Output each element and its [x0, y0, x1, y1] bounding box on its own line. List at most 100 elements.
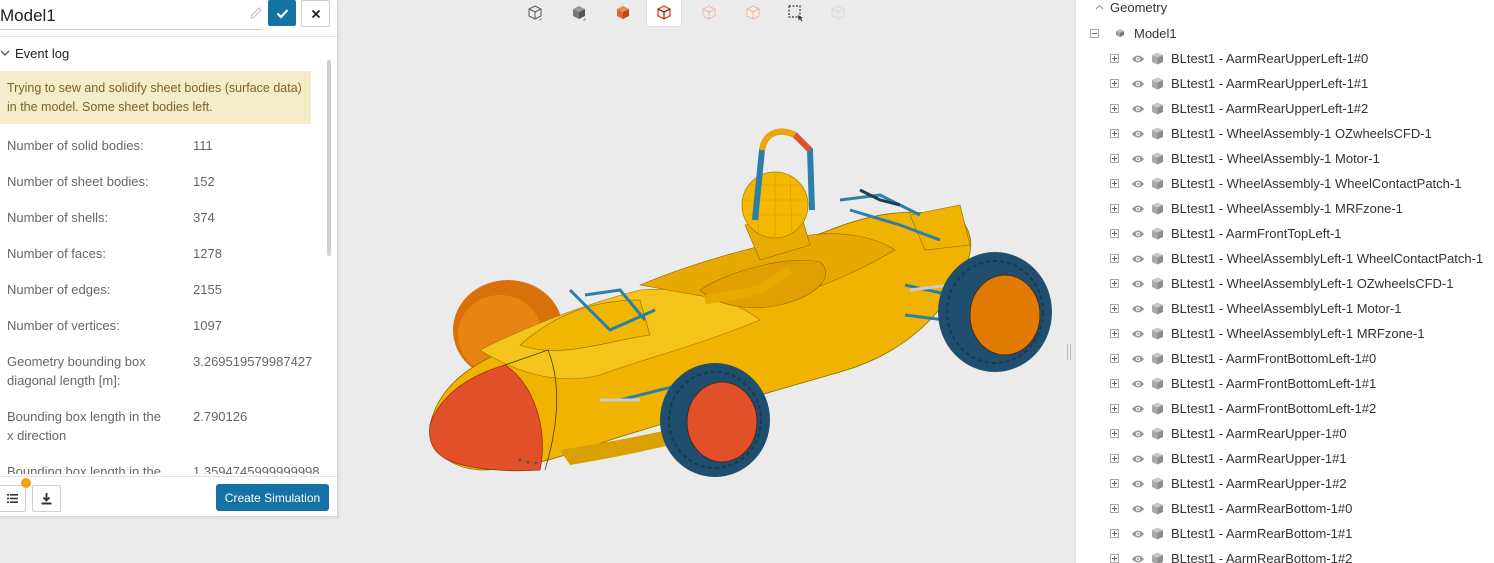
- cube-icon: [1152, 202, 1163, 215]
- expand-toggle-icon[interactable]: [1110, 79, 1119, 88]
- tree-root-row[interactable]: Model1: [1090, 24, 1177, 42]
- eye-icon[interactable]: [1131, 54, 1145, 64]
- eye-icon[interactable]: [1131, 404, 1145, 414]
- expand-toggle-icon[interactable]: [1110, 104, 1119, 113]
- box-select-icon: [788, 5, 803, 22]
- tree-item[interactable]: BLtest1 - AarmRearBottom-1#2: [1110, 546, 1494, 563]
- expand-toggle-icon[interactable]: [1110, 504, 1119, 513]
- view-mode-colored-button[interactable]: [606, 0, 640, 26]
- eye-icon[interactable]: [1131, 429, 1145, 439]
- confirm-button[interactable]: [268, 0, 296, 26]
- eye-icon[interactable]: [1131, 479, 1145, 489]
- tree-item[interactable]: BLtest1 - AarmRearBottom-1#1: [1110, 521, 1494, 546]
- view-mode-wireframe-button[interactable]: [518, 0, 552, 26]
- tree-item[interactable]: BLtest1 - AarmFrontBottomLeft-1#0: [1110, 346, 1494, 371]
- expand-toggle-icon[interactable]: [1110, 54, 1119, 63]
- eye-icon[interactable]: [1131, 304, 1145, 314]
- expand-toggle-icon[interactable]: [1110, 429, 1119, 438]
- expand-toggle-icon[interactable]: [1110, 179, 1119, 188]
- expand-toggle-icon[interactable]: [1110, 404, 1119, 413]
- stat-label: Bounding box length in the x direction: [7, 409, 161, 443]
- eye-icon[interactable]: [1131, 179, 1145, 189]
- tree-item[interactable]: BLtest1 - AarmRearUpper-1#2: [1110, 471, 1494, 496]
- tree-item[interactable]: BLtest1 - AarmRearUpperLeft-1#0: [1110, 46, 1494, 71]
- expand-toggle-icon[interactable]: [1110, 329, 1119, 338]
- view-mode-hidden-button[interactable]: [821, 0, 855, 26]
- tree-item-label: BLtest1 - AarmRearUpper-1#0: [1171, 426, 1347, 441]
- tree-item[interactable]: BLtest1 - WheelAssemblyLeft-1 OZwheelsCF…: [1110, 271, 1494, 296]
- expand-toggle-icon[interactable]: [1110, 254, 1119, 263]
- tree-item[interactable]: BLtest1 - AarmFrontBottomLeft-1#2: [1110, 396, 1494, 421]
- eye-icon[interactable]: [1131, 329, 1145, 339]
- geometry-tree-header[interactable]: Geometry: [1095, 0, 1168, 15]
- expand-toggle-icon[interactable]: [1110, 354, 1119, 363]
- tree-item-label: BLtest1 - AarmRearUpper-1#2: [1171, 476, 1347, 491]
- cube-icon: [1152, 102, 1163, 115]
- tree-item[interactable]: BLtest1 - AarmRearBottom-1#0: [1110, 496, 1494, 521]
- download-button[interactable]: [32, 485, 61, 512]
- tree-item[interactable]: BLtest1 - WheelAssembly-1 OZwheelsCFD-1: [1110, 121, 1494, 146]
- tree-item[interactable]: BLtest1 - WheelAssembly-1 Motor-1: [1110, 146, 1494, 171]
- view-mode-shaded-button[interactable]: [562, 0, 596, 26]
- collapse-toggle-icon[interactable]: [1090, 28, 1099, 38]
- eye-icon[interactable]: [1131, 379, 1145, 389]
- tree-item[interactable]: BLtest1 - AarmRearUpper-1#1: [1110, 446, 1494, 471]
- cube-icon: [1152, 552, 1163, 563]
- expand-toggle-icon[interactable]: [1110, 529, 1119, 538]
- tree-item[interactable]: BLtest1 - WheelAssemblyLeft-1 MRFzone-1: [1110, 321, 1494, 346]
- expand-toggle-icon[interactable]: [1110, 229, 1119, 238]
- expand-toggle-icon[interactable]: [1110, 379, 1119, 388]
- eye-icon[interactable]: [1131, 354, 1145, 364]
- expand-toggle-icon[interactable]: [1110, 454, 1119, 463]
- 3d-viewport[interactable]: [400, 110, 1070, 490]
- tree-item[interactable]: BLtest1 - WheelAssemblyLeft-1 Motor-1: [1110, 296, 1494, 321]
- pencil-icon[interactable]: [248, 5, 264, 21]
- eye-icon[interactable]: [1131, 279, 1145, 289]
- eye-icon[interactable]: [1131, 229, 1145, 239]
- eye-icon[interactable]: [1131, 204, 1145, 214]
- expand-toggle-icon[interactable]: [1110, 479, 1119, 488]
- eye-icon[interactable]: [1131, 154, 1145, 164]
- tree-item-label: BLtest1 - WheelAssemblyLeft-1 WheelConta…: [1171, 251, 1484, 266]
- stat-label: Number of shells:: [7, 210, 109, 225]
- expand-toggle-icon[interactable]: [1110, 204, 1119, 213]
- view-mode-vertex-button[interactable]: [692, 0, 726, 26]
- expand-toggle-icon[interactable]: [1110, 304, 1119, 313]
- eye-icon[interactable]: [1131, 454, 1145, 464]
- expand-toggle-icon[interactable]: [1110, 554, 1119, 563]
- event-log-toggle[interactable]: Event log: [0, 44, 69, 62]
- eye-icon[interactable]: [1131, 529, 1145, 539]
- geometry-tree-title: Geometry: [1110, 0, 1168, 15]
- view-mode-selected-button[interactable]: [646, 0, 682, 27]
- scrollbar-thumb[interactable]: [327, 60, 331, 256]
- tree-item-label: BLtest1 - WheelAssembly-1 WheelContactPa…: [1171, 176, 1462, 191]
- faded-cube-icon: [746, 5, 760, 20]
- expand-toggle-icon[interactable]: [1110, 129, 1119, 138]
- tree-item[interactable]: BLtest1 - AarmRearUpper-1#0: [1110, 421, 1494, 446]
- eye-icon[interactable]: [1131, 129, 1145, 139]
- eye-icon[interactable]: [1131, 254, 1145, 264]
- expand-toggle-icon[interactable]: [1110, 279, 1119, 288]
- tree-item[interactable]: BLtest1 - WheelAssembly-1 MRFzone-1: [1110, 196, 1494, 221]
- event-list-button[interactable]: [0, 485, 26, 512]
- model-name-input[interactable]: [0, 2, 262, 30]
- eye-icon[interactable]: [1131, 79, 1145, 89]
- box-select-button[interactable]: [779, 0, 813, 26]
- view-mode-faded-button[interactable]: [736, 0, 770, 26]
- tree-item[interactable]: BLtest1 - AarmFrontBottomLeft-1#1: [1110, 371, 1494, 396]
- cancel-button[interactable]: [301, 0, 330, 27]
- eye-icon[interactable]: [1131, 104, 1145, 114]
- tree-item[interactable]: BLtest1 - AarmRearUpperLeft-1#1: [1110, 71, 1494, 96]
- create-simulation-button[interactable]: Create Simulation: [216, 484, 329, 511]
- expand-toggle-icon[interactable]: [1110, 154, 1119, 163]
- tree-item[interactable]: BLtest1 - AarmRearUpperLeft-1#2: [1110, 96, 1494, 121]
- tree-item[interactable]: BLtest1 - WheelAssemblyLeft-1 WheelConta…: [1110, 246, 1494, 271]
- cube-icon: [1152, 277, 1163, 290]
- tree-item[interactable]: BLtest1 - WheelAssembly-1 WheelContactPa…: [1110, 171, 1494, 196]
- tree-item-label: BLtest1 - AarmRearUpperLeft-1#2: [1171, 101, 1369, 116]
- eye-icon[interactable]: [1131, 504, 1145, 514]
- panel-splitter-handle[interactable]: [1067, 344, 1071, 360]
- shaded-cube-icon: [573, 6, 586, 21]
- eye-icon[interactable]: [1131, 554, 1145, 563]
- tree-item[interactable]: BLtest1 - AarmFrontTopLeft-1: [1110, 221, 1494, 246]
